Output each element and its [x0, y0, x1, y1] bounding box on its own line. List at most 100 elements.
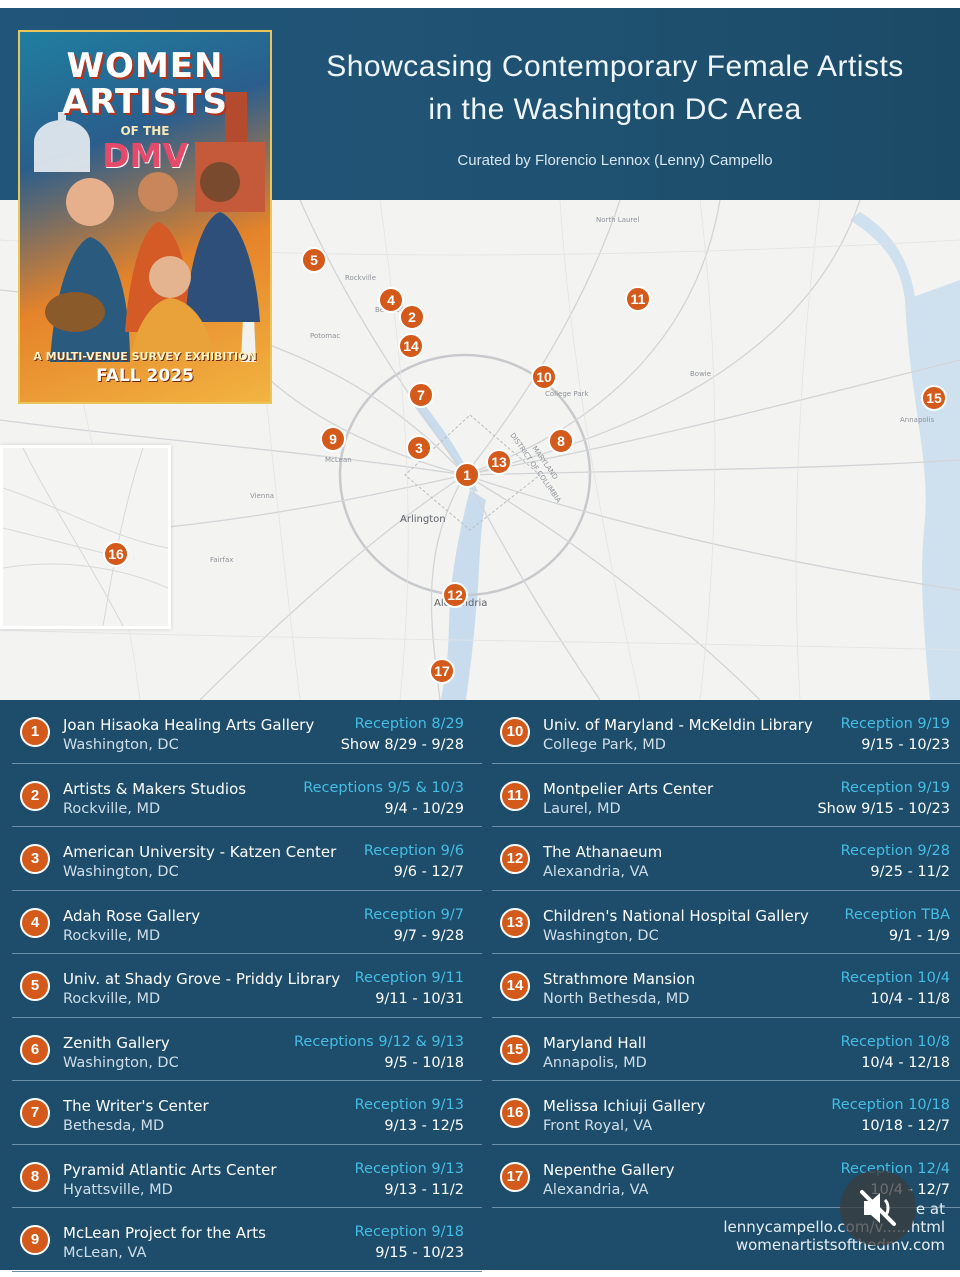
venue-reception: Reception 9/7: [363, 906, 464, 923]
venue-name: Maryland Hall: [543, 1033, 647, 1052]
venue-city: Alexandria, VA: [543, 864, 649, 880]
svg-text:14: 14: [403, 338, 419, 354]
exhibition-poster: WOMEN ARTISTS OF THE DMV A MULTI-VENUE S…: [18, 30, 272, 404]
venue-city: Rockville, MD: [63, 800, 161, 817]
map-pin-17: 17: [429, 658, 455, 684]
headline-line-2: in the Washington DC Area: [428, 93, 802, 126]
svg-text:10: 10: [536, 369, 552, 385]
venue-dates: 9/1 - 1/9: [888, 927, 950, 944]
venue-name: Children's National Hospital Gallery: [543, 906, 809, 925]
map-pin-2: 2: [399, 304, 425, 330]
exhibition-graphic: Showcasing Contemporary Female Artists i…: [0, 8, 960, 1272]
venue-number-badge: 13: [500, 907, 530, 938]
svg-text:15: 15: [926, 390, 942, 406]
label-annapolis: Annapolis: [900, 416, 935, 424]
venue-row-13: 13 Children's National Hospital Gallery Wa…: [492, 891, 960, 954]
venue-name: McLean Project for the Arts: [63, 1224, 266, 1242]
venue-dates: 9/13 - 11/2: [384, 1181, 464, 1198]
venue-name: Pyramid Atlantic Arts Center: [63, 1160, 277, 1179]
poster-season: FALL 2025: [96, 366, 194, 386]
label-bowie: Bowie: [690, 370, 711, 378]
venue-number-badge: 3: [20, 844, 50, 874]
svg-text:11: 11: [631, 291, 646, 307]
venue-row-12: 12 The Athanaeum Alexandria, VA Reception 9…: [492, 827, 960, 891]
venue-city: Washington, DC: [543, 927, 659, 944]
venue-city: College Park, MD: [543, 737, 666, 753]
map-pin-7: 7: [408, 382, 434, 408]
map-pin-4: 4: [378, 287, 404, 313]
venue-row-2: 2 Artists & Makers Studios Rockville, MD Re…: [12, 764, 482, 827]
venue-city: Washington, DC: [63, 864, 179, 880]
venue-name: Melissa Ichiuji Gallery: [543, 1097, 706, 1115]
venue-number-badge: 9: [20, 1225, 50, 1255]
svg-text:17: 17: [434, 663, 450, 679]
mute-button[interactable]: [840, 1170, 916, 1246]
venue-row-4: 4 Adah Rose Gallery Rockville, MD Reception…: [12, 891, 482, 954]
venue-reception: Reception 9/13: [354, 1097, 464, 1113]
venue-row-6: 6 Zenith Gallery Washington, DC Receptions …: [12, 1018, 482, 1081]
venue-row-3: 3 American University - Katzen Center Wash…: [12, 827, 482, 891]
map-pin-3: 3: [406, 435, 432, 461]
svg-text:1: 1: [463, 467, 471, 483]
venue-city: Laurel, MD: [543, 800, 621, 817]
venue-reception: Reception 10/8: [840, 1033, 950, 1050]
venue-dates: 9/6 - 12/7: [393, 864, 464, 880]
svg-text:16: 16: [108, 546, 124, 562]
venue-reception: Reception 9/13: [354, 1160, 464, 1177]
poster-title-line-4: DMV: [102, 136, 188, 175]
label-vienna: Vienna: [250, 492, 274, 500]
venue-city: Alexandria, VA: [543, 1181, 649, 1198]
svg-text:5: 5: [310, 252, 318, 268]
venue-reception: Reception 9/19: [840, 779, 950, 796]
venue-city: Front Royal, VA: [543, 1118, 653, 1134]
venue-city: Washington, DC: [63, 1054, 179, 1071]
venue-dates: 10/4 - 11/8: [870, 991, 950, 1007]
venue-name: American University - Katzen Center: [63, 843, 337, 861]
svg-text:7: 7: [417, 387, 425, 403]
poster-subtitle: A MULTI-VENUE SURVEY EXHIBITION: [33, 350, 257, 363]
venue-reception: Receptions 9/12 & 9/13: [293, 1033, 464, 1050]
label-rockville: Rockville: [345, 274, 376, 282]
venue-reception: Receptions 9/5 & 10/3: [303, 779, 464, 796]
venue-city: Annapolis, MD: [543, 1054, 647, 1071]
venue-reception: Reception 9/11: [354, 970, 464, 986]
curator-credit: Curated by Florencio Lennox (Lenny) Camp…: [457, 152, 773, 169]
venue-row-8: 8 Pyramid Atlantic Arts Center Hyattsville…: [12, 1145, 482, 1208]
venue-row-11: 11 Montpelier Arts Center Laurel, MD Recept…: [492, 764, 960, 827]
venue-city: Bethesda, MD: [63, 1118, 165, 1134]
venue-list: 1 Joan Hisaoka Healing Arts Gallery Washin…: [0, 700, 960, 1272]
svg-text:2: 2: [408, 309, 416, 325]
venue-dates: Show 9/15 - 10/23: [817, 800, 950, 817]
label-potomac: Potomac: [310, 332, 340, 340]
venue-row-10: 10 Univ. of Maryland - McKeldin Library Co…: [492, 700, 960, 764]
venue-reception: Reception 9/28: [840, 843, 950, 859]
venue-name: Univ. at Shady Grove - Priddy Library: [63, 970, 341, 988]
map-pin-14: 14: [398, 333, 424, 359]
venue-number-badge: 6: [20, 1034, 50, 1065]
venue-number-badge: 7: [20, 1098, 50, 1128]
venue-reception: Reception 9/6: [363, 843, 464, 859]
venue-dates: 9/25 - 11/2: [870, 864, 950, 880]
map-pin-8: 8: [548, 428, 574, 454]
venue-dates: 10/4 - 12/18: [861, 1054, 950, 1071]
venue-dates: 9/15 - 10/23: [375, 1245, 464, 1261]
label-laurel: North Laurel: [596, 216, 639, 224]
speaker-muted-icon: [860, 1190, 896, 1226]
poster-title-line-1: WOMEN: [66, 46, 224, 86]
venue-column-left: 1 Joan Hisaoka Healing Arts Gallery Washin…: [12, 700, 482, 1272]
venue-row-7: 7 The Writer's Center Bethesda, MD Receptio…: [12, 1081, 482, 1145]
venue-number-badge: 10: [500, 717, 530, 747]
venue-row-1: 1 Joan Hisaoka Healing Arts Gallery Washin…: [12, 700, 482, 764]
map-pin-9: 9: [320, 426, 346, 452]
venue-row-15: 15 Maryland Hall Annapolis, MD Reception 10…: [492, 1018, 960, 1081]
svg-text:13: 13: [491, 454, 507, 470]
venue-name: Univ. of Maryland - McKeldin Library: [543, 716, 813, 734]
venue-city: McLean, VA: [63, 1245, 147, 1261]
poster-title-line-2: ARTISTS: [62, 82, 228, 122]
map-pin-16: 16: [103, 541, 129, 567]
label-fairfax: Fairfax: [210, 556, 233, 564]
venue-reception: Reception 10/18: [831, 1097, 950, 1113]
front-royal-inset-map: 16: [0, 445, 171, 629]
venue-name: The Athanaeum: [543, 843, 663, 861]
map-pin-12: 12: [442, 582, 468, 608]
